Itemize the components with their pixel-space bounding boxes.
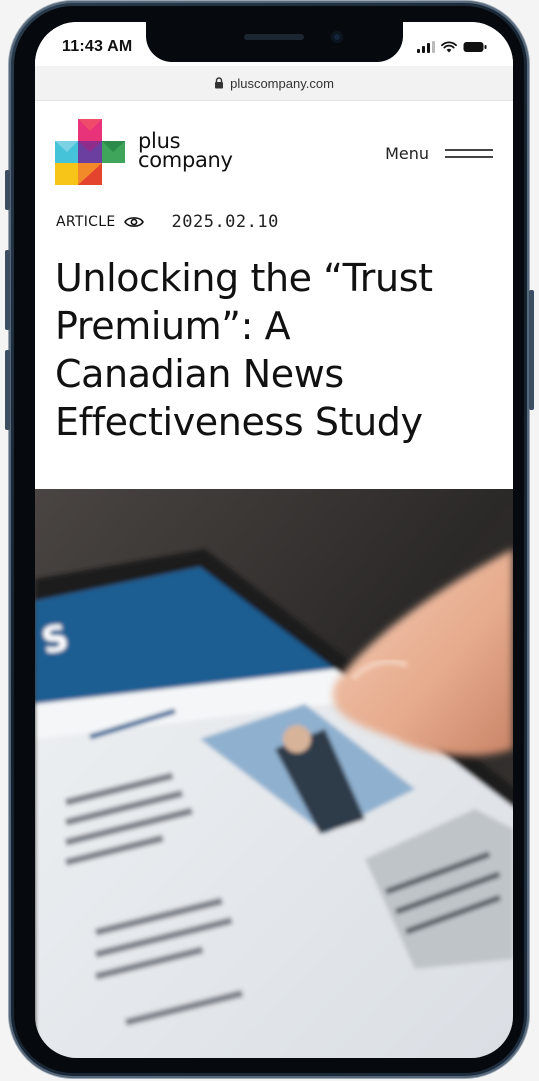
hero-illustration: S bbox=[35, 489, 513, 1058]
article-type-label: ARTICLE bbox=[56, 214, 116, 230]
status-time: 11:43 AM bbox=[62, 38, 133, 55]
article-meta: ARTICLE 2025.02.10 bbox=[56, 211, 279, 233]
headline-line-4: Effectiveness Study bbox=[55, 400, 423, 444]
volume-up-button bbox=[5, 250, 10, 330]
site-header: plus company Menu bbox=[35, 101, 513, 201]
menu-label: Menu bbox=[385, 144, 429, 163]
mute-switch bbox=[5, 170, 10, 210]
phone-screen: 11:43 AM pluscompany.com plus company Me… bbox=[35, 22, 513, 1058]
logo-wordmark[interactable]: plus company bbox=[138, 131, 233, 172]
wifi-icon bbox=[441, 41, 457, 53]
hero-image: S bbox=[35, 489, 513, 1058]
headline-line-3: Canadian News bbox=[55, 352, 344, 396]
logo-line-2: company bbox=[138, 148, 233, 172]
lock-icon bbox=[215, 77, 224, 89]
hamburger-icon bbox=[445, 149, 493, 158]
article-date: 2025.02.10 bbox=[171, 212, 279, 232]
menu-button[interactable]: Menu bbox=[385, 144, 493, 163]
power-button bbox=[529, 290, 534, 410]
volume-down-button bbox=[5, 350, 10, 430]
notch bbox=[146, 22, 403, 62]
plus-company-logo-icon[interactable] bbox=[55, 117, 125, 187]
url-text: pluscompany.com bbox=[230, 75, 334, 91]
status-bar: 11:43 AM bbox=[35, 22, 513, 70]
address-bar[interactable]: pluscompany.com bbox=[35, 66, 513, 101]
speaker-grille bbox=[244, 34, 304, 40]
headline-line-1: Unlocking the “Trust bbox=[55, 256, 433, 300]
cellular-signal-icon bbox=[417, 41, 435, 53]
article-headline: Unlocking the “Trust Premium”: A Canadia… bbox=[55, 254, 501, 446]
front-camera bbox=[331, 31, 343, 43]
battery-icon bbox=[463, 42, 487, 52]
eye-icon bbox=[123, 217, 144, 227]
headline-line-2: Premium”: A bbox=[55, 304, 291, 348]
status-icons bbox=[417, 39, 487, 53]
device-mockup: 11:43 AM pluscompany.com plus company Me… bbox=[0, 0, 539, 1081]
